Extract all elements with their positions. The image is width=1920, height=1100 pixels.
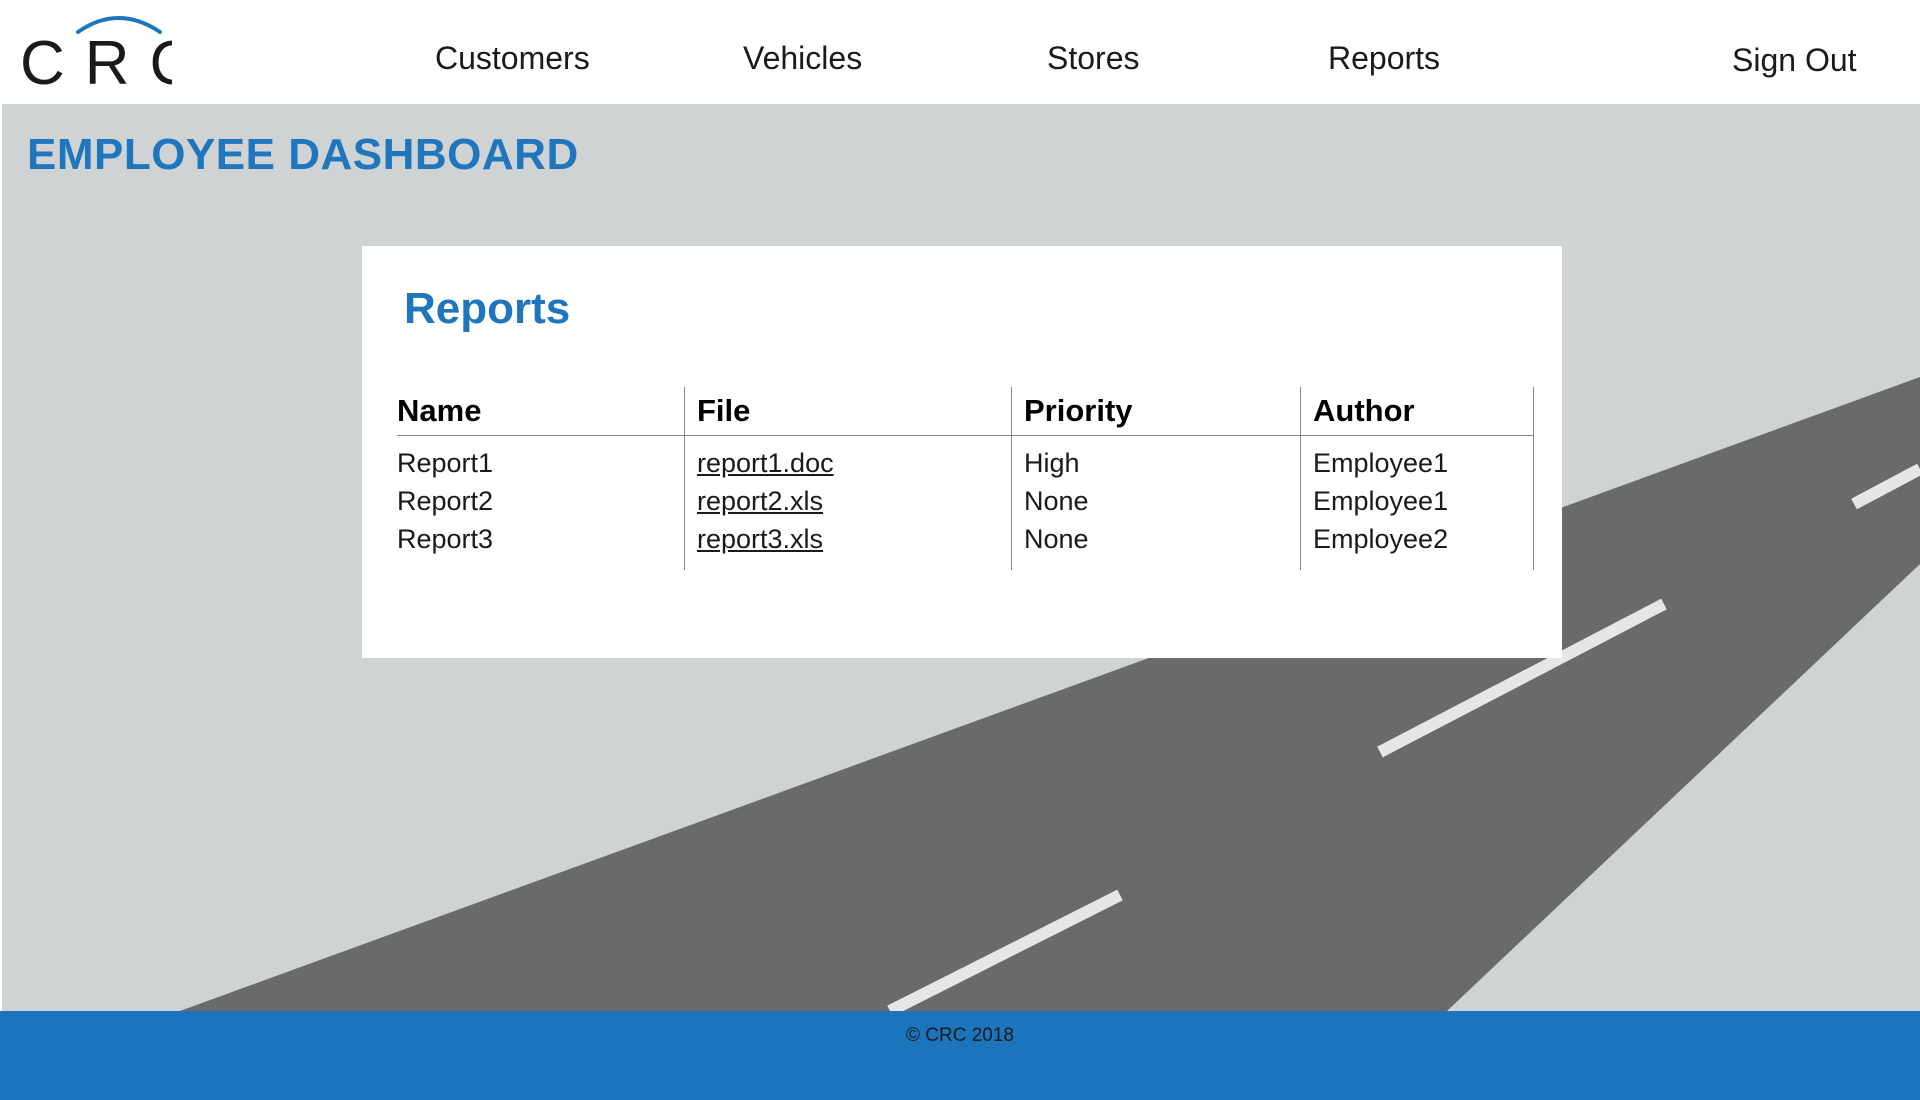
- report-priority-cell: None: [1011, 482, 1301, 520]
- table-row: Report2 report2.xls None Employee1: [397, 482, 1534, 520]
- report-author-cell: Employee1: [1300, 482, 1534, 520]
- footer: © CRC 2018: [0, 1011, 1920, 1100]
- column-header-author: Author: [1300, 387, 1534, 436]
- report-author-cell: Employee1: [1300, 435, 1534, 482]
- column-header-priority: Priority: [1011, 387, 1301, 436]
- report-file-cell: report1.doc: [684, 435, 1012, 482]
- reports-panel-title: Reports: [404, 284, 571, 333]
- report-priority-cell: None: [1011, 520, 1301, 570]
- reports-table: Name File Priority Author Report1 report…: [397, 387, 1534, 570]
- table-header-row: Name File Priority Author: [397, 387, 1534, 436]
- page-title: EMPLOYEE DASHBOARD: [27, 130, 579, 179]
- report-priority-cell: High: [1011, 435, 1301, 482]
- reports-panel: Reports Name File Priority Author Report…: [362, 246, 1562, 658]
- sign-out-button[interactable]: Sign Out: [1732, 40, 1857, 80]
- crc-logo-graphic: CRC: [20, 16, 172, 90]
- table-row: Report3 report3.xls None Employee2: [397, 520, 1534, 570]
- top-navigation-bar: CRC Customers Vehicles Stores Reports Si…: [0, 0, 1920, 104]
- report-file-cell: report3.xls: [684, 520, 1012, 570]
- column-header-name: Name: [397, 387, 685, 436]
- nav-customers[interactable]: Customers: [435, 38, 590, 78]
- nav-reports[interactable]: Reports: [1328, 38, 1440, 78]
- svg-text:CRC: CRC: [20, 29, 172, 90]
- report-name-cell: Report2: [397, 482, 685, 520]
- table-row: Report1 report1.doc High Employee1: [397, 435, 1534, 482]
- report-file-link[interactable]: report1.doc: [697, 448, 834, 478]
- copyright-text: © CRC 2018: [906, 1025, 1014, 1046]
- report-file-link[interactable]: report2.xls: [697, 486, 823, 516]
- report-name-cell: Report3: [397, 520, 685, 570]
- report-file-link[interactable]: report3.xls: [697, 524, 823, 554]
- report-name-cell: Report1: [397, 435, 685, 482]
- nav-vehicles[interactable]: Vehicles: [743, 38, 862, 78]
- report-file-cell: report2.xls: [684, 482, 1012, 520]
- dashboard-main: EMPLOYEE DASHBOARD Reports Name File Pri…: [2, 104, 1920, 1011]
- column-header-file: File: [684, 387, 1012, 436]
- report-author-cell: Employee2: [1300, 520, 1534, 570]
- nav-stores[interactable]: Stores: [1047, 38, 1139, 78]
- crc-logo[interactable]: CRC: [20, 10, 172, 90]
